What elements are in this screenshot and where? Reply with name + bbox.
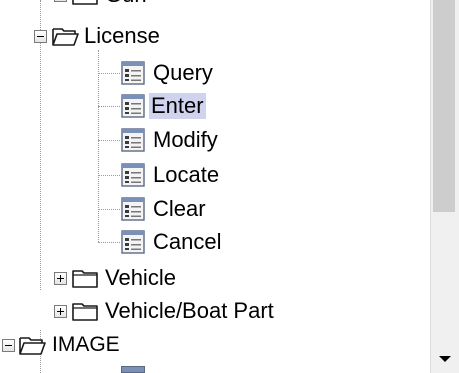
arrow-down-icon [439,355,451,362]
form-document-icon [121,94,145,118]
vertical-scrollbar[interactable] [430,0,459,373]
scroll-down-button[interactable] [431,344,459,373]
folder-icon [72,0,99,5]
folder-icon [72,268,99,288]
tree-node-label: IMAGE [52,333,120,356]
tree-leaf-label: Clear [153,196,206,221]
form-document-icon [121,61,145,85]
tree-leaf-label: Modify [153,127,218,152]
plus-expander-icon[interactable] [54,0,67,2]
tree-view: Gun License Query Enter Modify Locate [0,0,430,373]
partial-next-row-icon [121,366,145,373]
form-document-icon [121,163,145,187]
folder-open-icon [19,335,46,355]
tree-guide-line [40,0,41,290]
tree-guide-line [98,50,99,242]
minus-expander-icon[interactable] [34,30,47,43]
plus-expander-icon[interactable] [54,305,67,318]
tree-guide-line [98,73,120,74]
form-document-icon [121,230,145,254]
tree-node-label: Vehicle/Boat Part [105,298,274,323]
plus-expander-icon[interactable] [54,272,67,285]
tree-node-label: License [84,23,160,48]
tree-guide-line [98,242,120,243]
tree-guide-line [98,209,120,210]
minus-expander-icon[interactable] [2,339,15,352]
tree-leaf-label: Query [153,60,213,85]
tree-guide-line [98,106,120,107]
tree-guide-line [98,175,120,176]
tree-node-label: Vehicle [105,265,176,290]
folder-open-icon [52,26,79,46]
form-document-icon [121,128,145,152]
form-document-icon [121,197,145,221]
folder-icon [72,301,99,321]
tree-leaf-label: Locate [153,162,220,187]
tree-node-label: Gun [103,0,149,8]
tree-leaf-label-selected: Enter [149,93,206,119]
tree-leaf-label: Cancel [153,229,222,254]
scrollbar-thumb[interactable] [433,0,455,212]
tree-guide-line [98,140,120,141]
